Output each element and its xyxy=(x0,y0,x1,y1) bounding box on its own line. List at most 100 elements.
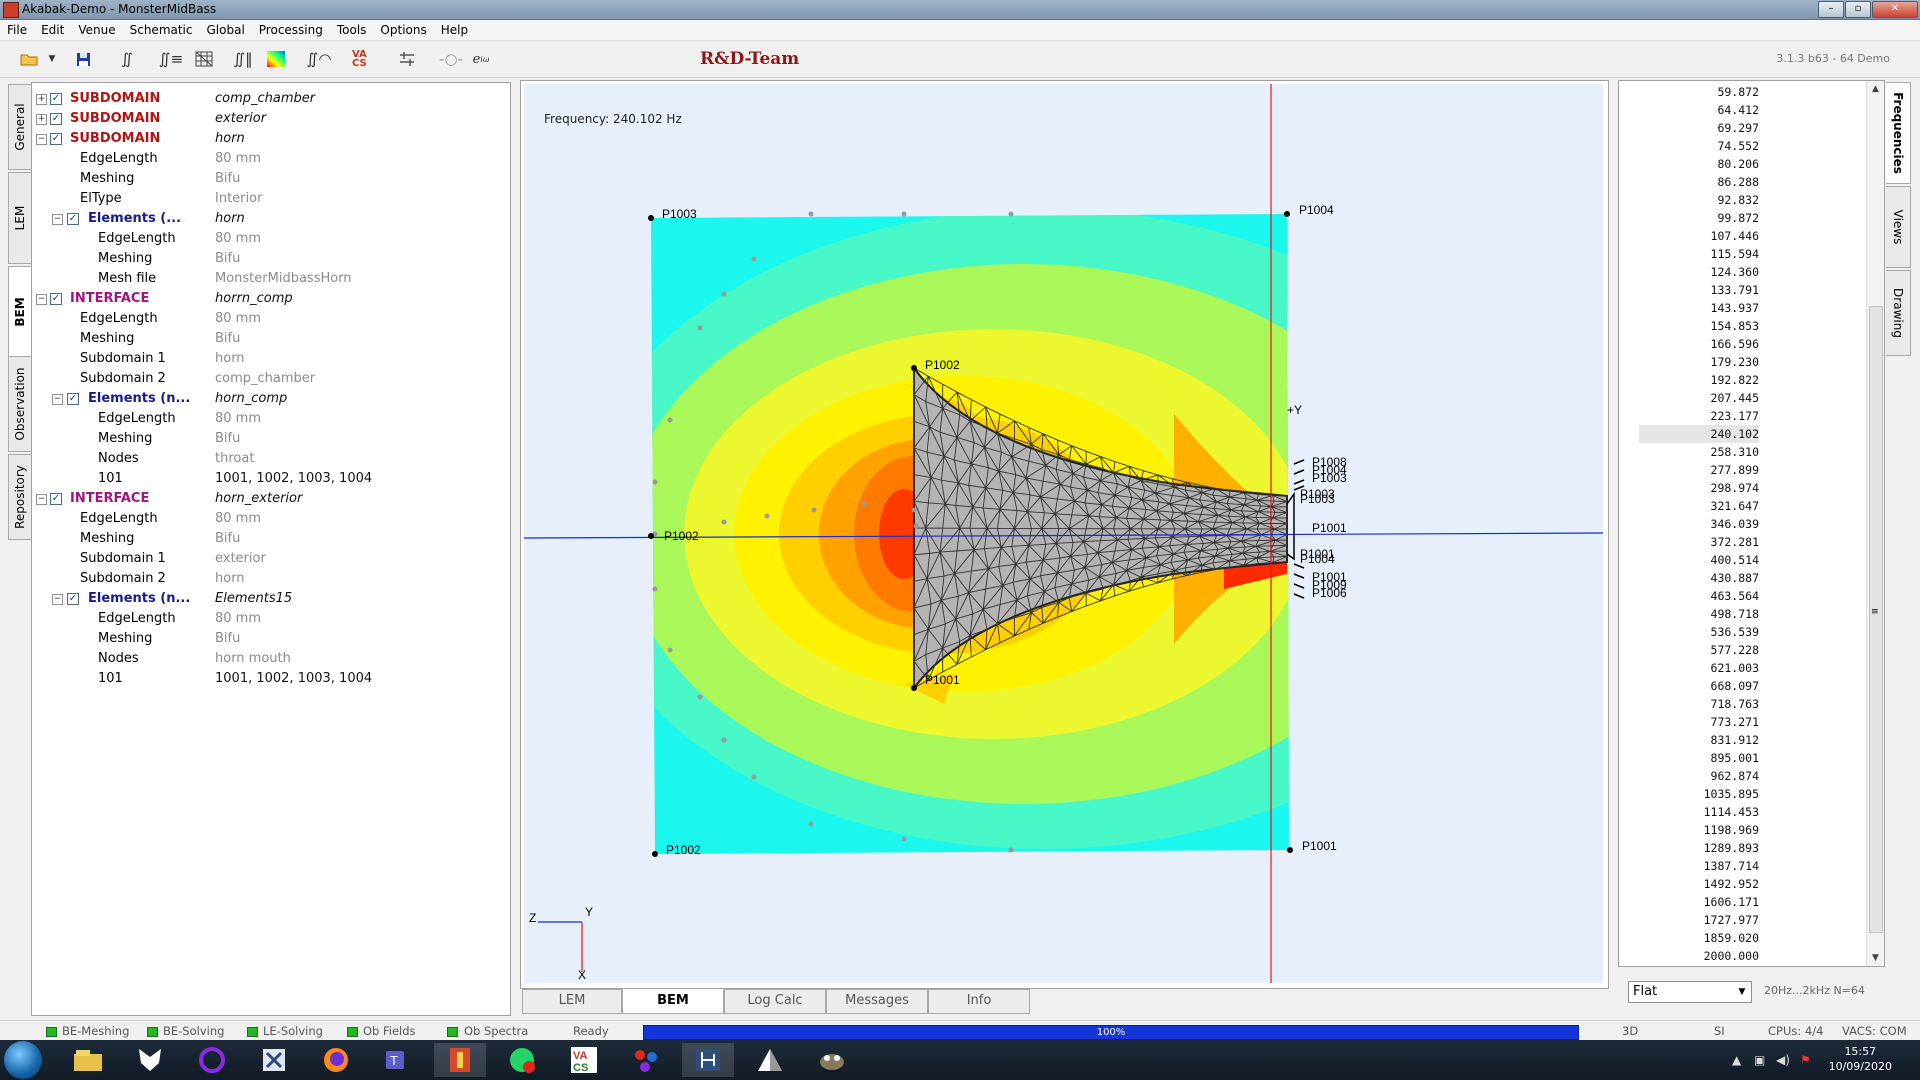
tab-observation[interactable]: Observation xyxy=(8,356,31,452)
frequency-item[interactable]: 895.001 xyxy=(1639,749,1759,767)
frequency-item[interactable]: 1859.020 xyxy=(1639,929,1759,947)
tree-row[interactable]: EdgeLength 80 mm xyxy=(32,509,510,529)
menu-edit[interactable]: Edit xyxy=(34,20,71,40)
checkbox[interactable]: ✓ xyxy=(50,493,62,505)
menu-help[interactable]: Help xyxy=(434,20,475,40)
frequency-item[interactable]: 1035.895 xyxy=(1639,785,1759,803)
weighting-select[interactable]: Flat ▼ xyxy=(1628,981,1752,1003)
color-field-icon[interactable] xyxy=(265,49,287,69)
close-button[interactable]: ✕ xyxy=(1872,1,1918,18)
prism-app-icon[interactable] xyxy=(744,1043,796,1077)
frequency-item[interactable]: 536.539 xyxy=(1639,623,1759,641)
menu-processing[interactable]: Processing xyxy=(252,20,330,40)
bem-plot[interactable]: Frequency: 240.102 Hz P1003 P1004 P1002 … xyxy=(524,84,1603,983)
frequency-item[interactable]: 179.230 xyxy=(1639,353,1759,371)
tab-lem[interactable]: LEM xyxy=(8,172,31,264)
collapse-icon[interactable]: − xyxy=(36,494,47,505)
tree-row[interactable]: 101 1001, 1002, 1003, 1004 xyxy=(32,469,510,489)
collapse-icon[interactable]: − xyxy=(36,294,47,305)
teams-icon[interactable]: T xyxy=(372,1043,424,1077)
frequency-item[interactable]: 372.281 xyxy=(1639,533,1759,551)
frequency-item[interactable]: 321.647 xyxy=(1639,497,1759,515)
menu-options[interactable]: Options xyxy=(373,20,433,40)
frequency-item[interactable]: 400.514 xyxy=(1639,551,1759,569)
collapse-icon[interactable]: − xyxy=(36,134,47,145)
tree-row[interactable]: Meshing Bifu xyxy=(32,529,510,549)
tree-row[interactable]: + ✓ SUBDOMAIN comp_chamber xyxy=(32,89,510,109)
clock[interactable]: 15:57 10/09/2020 xyxy=(1829,1044,1892,1074)
frequency-item[interactable]: 80.206 xyxy=(1639,155,1759,173)
checkbox[interactable]: ✓ xyxy=(50,113,62,125)
frequency-item[interactable]: 154.853 xyxy=(1639,317,1759,335)
tree-row[interactable]: Mesh file MonsterMidbassHorn xyxy=(32,269,510,289)
scroll-thumb[interactable]: ≡ xyxy=(1869,306,1883,933)
scroll-down-icon[interactable]: ▼ xyxy=(1867,950,1884,966)
frequency-item[interactable]: 346.039 xyxy=(1639,515,1759,533)
firefox-icon[interactable] xyxy=(310,1043,362,1077)
frequency-item[interactable]: 115.594 xyxy=(1639,245,1759,263)
frequency-item[interactable]: 1606.171 xyxy=(1639,893,1759,911)
frequency-item[interactable]: 223.177 xyxy=(1639,407,1759,425)
tree-row[interactable]: − ✓ SUBDOMAIN horn xyxy=(32,129,510,149)
frequency-item[interactable]: 133.791 xyxy=(1639,281,1759,299)
frequency-list[interactable]: ▲ ≡ ▼ 59.872 64.412 69.297 74.552 80.206 86.2… xyxy=(1618,80,1885,967)
collapse-icon[interactable]: − xyxy=(52,214,63,225)
tab-general[interactable]: General xyxy=(8,84,31,170)
tree-row[interactable]: Meshing Bifu xyxy=(32,429,510,449)
frequency-item[interactable]: 831.912 xyxy=(1639,731,1759,749)
bottom-tab-log-calc[interactable]: Log Calc xyxy=(724,989,826,1014)
tree-row[interactable]: EdgeLength 80 mm xyxy=(32,609,510,629)
minimize-button[interactable]: – xyxy=(1818,1,1844,18)
frequency-item[interactable]: 207.445 xyxy=(1639,389,1759,407)
bottom-tab-bem[interactable]: BEM xyxy=(622,989,724,1014)
frequency-item[interactable]: 1289.893 xyxy=(1639,839,1759,857)
frequency-item[interactable]: 298.974 xyxy=(1639,479,1759,497)
frequency-item[interactable]: 240.102 xyxy=(1639,425,1759,443)
integral-list-icon[interactable]: ∬≡ xyxy=(159,49,183,69)
mesh-grid-icon[interactable] xyxy=(193,49,215,69)
integral-icon[interactable]: ∬ xyxy=(116,49,138,69)
frequency-item[interactable]: 498.718 xyxy=(1639,605,1759,623)
frequency-item[interactable]: 64.412 xyxy=(1639,101,1759,119)
tree-row[interactable]: − ✓ INTERFACE horn_exterior xyxy=(32,489,510,509)
menu-file[interactable]: File xyxy=(0,20,34,40)
node-disabled-icon[interactable]: -○- xyxy=(439,49,463,69)
frequency-item[interactable]: 2000.000 xyxy=(1639,947,1759,965)
tree-row[interactable]: Nodes throat xyxy=(32,449,510,469)
tree-row[interactable]: Subdomain 1 horn xyxy=(32,349,510,369)
start-button[interactable] xyxy=(4,1041,42,1079)
frequency-item[interactable]: 74.552 xyxy=(1639,137,1759,155)
menu-global[interactable]: Global xyxy=(200,20,252,40)
checkbox[interactable]: ✓ xyxy=(50,293,62,305)
tree-row[interactable]: Meshing Bifu xyxy=(32,169,510,189)
menu-tools[interactable]: Tools xyxy=(330,20,374,40)
network-tray-icon[interactable]: ▣ xyxy=(1754,1053,1765,1067)
bottom-tab-lem[interactable]: LEM xyxy=(522,989,622,1014)
frequency-item[interactable]: 166.596 xyxy=(1639,335,1759,353)
tab-drawing[interactable]: Drawing xyxy=(1886,270,1911,356)
tree-row[interactable]: − ✓ INTERFACE horrn_comp xyxy=(32,289,510,309)
frequency-item[interactable]: 463.564 xyxy=(1639,587,1759,605)
whatsapp-icon[interactable] xyxy=(496,1043,548,1077)
frequency-item[interactable]: 99.872 xyxy=(1639,209,1759,227)
frequency-item[interactable]: 92.832 xyxy=(1639,191,1759,209)
checkbox[interactable]: ✓ xyxy=(67,213,79,225)
tab-views[interactable]: Views xyxy=(1886,186,1911,268)
frequency-item[interactable]: 430.887 xyxy=(1639,569,1759,587)
tree-row[interactable]: EdgeLength 80 mm xyxy=(32,309,510,329)
open-dropdown-icon[interactable]: ▼ xyxy=(46,49,58,69)
tree-row[interactable]: 101 1001, 1002, 1003, 1004 xyxy=(32,669,510,689)
tree-row[interactable]: ElType Interior xyxy=(32,189,510,209)
checkbox[interactable]: ✓ xyxy=(67,393,79,405)
checkbox[interactable]: ✓ xyxy=(50,133,62,145)
checkbox[interactable]: ✓ xyxy=(67,593,79,605)
menu-venue[interactable]: Venue xyxy=(71,20,122,40)
tree-row[interactable]: − ✓ Elements (n... horn_comp xyxy=(32,389,510,409)
frequency-item[interactable]: 258.310 xyxy=(1639,443,1759,461)
tab-repository[interactable]: Repository xyxy=(8,454,31,540)
tab-frequencies[interactable]: Frequencies xyxy=(1886,82,1911,184)
frequency-item[interactable]: 1387.714 xyxy=(1639,857,1759,875)
flag-tray-icon[interactable]: ⚑ xyxy=(1800,1053,1811,1067)
fox-app-icon[interactable] xyxy=(124,1043,176,1077)
tree-row[interactable]: EdgeLength 80 mm xyxy=(32,409,510,429)
